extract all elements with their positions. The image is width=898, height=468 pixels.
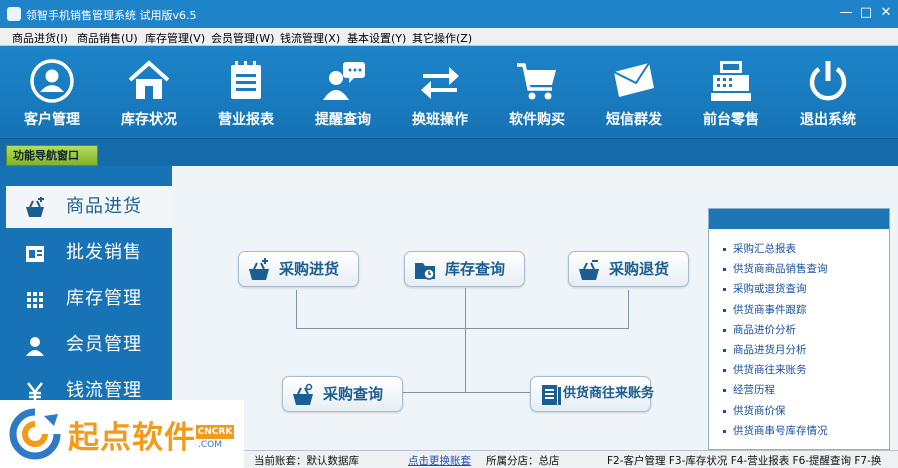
report-link[interactable]: 采购汇总报表 [723, 239, 889, 259]
current-account-label: 当前账套：默认数据库 [254, 455, 359, 467]
report-link[interactable]: 供货商串号库存情况 [723, 421, 889, 441]
shopping-cart-icon [517, 63, 556, 100]
nav-strip: 功能导航窗口 [0, 138, 898, 166]
basket-plus-icon [26, 197, 44, 217]
report-link[interactable]: 供货商商品销售查询 [723, 259, 889, 279]
shortcut-hints: F2-客户管理 F3-库存状况 F4-营业报表 F6-提醒查询 F7-换 [607, 455, 882, 467]
window-title: 领智手机销售管理系统 试用版v6.5 [26, 9, 197, 22]
toolbar-reminder-button[interactable]: 提醒查询 [301, 54, 385, 134]
toolbar-label: 库存状况 [121, 112, 177, 128]
grid-icon [27, 292, 43, 308]
toolbar-label: 客户管理 [24, 112, 80, 128]
watermark-domain: .COM [198, 440, 222, 450]
chat-user-icon [323, 62, 365, 100]
flow-connector [465, 288, 466, 392]
sidebar-item-label: 批发销售 [66, 242, 142, 263]
toolbar-sms-button[interactable]: 短信群发 [592, 54, 676, 134]
purchase-return-button-label: 采购退货 [609, 260, 670, 278]
purchase-query-button-label: 采购查询 [323, 385, 384, 403]
report-link[interactable]: 商品进价分析 [723, 320, 889, 340]
toolbar-label: 软件购买 [509, 112, 565, 128]
toolbar-report-button[interactable]: 营业报表 [204, 54, 288, 134]
title-bar: 领智手机销售管理系统 试用版v6.5 — □ ✕ [0, 0, 898, 28]
toolbar-label: 退出系统 [800, 112, 856, 128]
menu-item-settings[interactable]: 基本设置(Y) [347, 30, 406, 46]
sidebar-item-stock[interactable]: 库存管理 [6, 278, 172, 320]
invoice-icon [26, 246, 44, 262]
supplier-account-button-label: 供货商往来账务 [563, 386, 655, 401]
report-link[interactable]: 供货商价保 [723, 401, 889, 421]
toolbar-retail-button[interactable]: 前台零售 [689, 54, 773, 134]
flow-connector [394, 392, 532, 393]
watermark-brand: 起点软件 [68, 420, 196, 456]
menu-item-other[interactable]: 其它操作(Z) [412, 30, 472, 46]
sidebar-item-goods-purchase[interactable]: 商品进货 [6, 186, 172, 228]
flow-connector [296, 290, 297, 328]
house-icon [128, 60, 170, 99]
report-link[interactable]: 采购或退货查询 [723, 279, 889, 299]
tab-function-navigation[interactable]: 功能导航窗口 [6, 145, 98, 166]
swap-arrows-icon [421, 67, 459, 99]
sidebar-item-label: 会员管理 [66, 334, 142, 355]
main-toolbar: 客户管理 库存状况 营业报表 提醒查询 换班操作 软件购买 短信群发 前台零售 … [0, 46, 898, 138]
sidebar-item-label: 库存管理 [66, 288, 142, 309]
menu-item-goods-sales[interactable]: 商品销售(U) [77, 30, 138, 46]
app-icon [7, 7, 21, 21]
menu-bar: 商品进货(I) 商品销售(U) 库存管理(V) 会员管理(W) 钱流管理(X) … [0, 28, 898, 46]
toolbar-label: 提醒查询 [315, 112, 371, 128]
toolbar-stock-button[interactable]: 库存状况 [107, 54, 191, 134]
toolbar-label: 前台零售 [703, 112, 759, 128]
user-circle-icon [30, 59, 74, 103]
watermark-badge: CNCRK [196, 425, 234, 439]
purchase-query-button[interactable]: 采购查询 [282, 376, 403, 412]
close-button[interactable]: ✕ [876, 4, 896, 22]
toolbar-exit-button[interactable]: 退出系统 [786, 54, 870, 134]
switch-account-link[interactable]: 点击更换账套 [408, 453, 471, 468]
stock-query-button[interactable]: 库存查询 [404, 251, 525, 287]
folder-clock-icon [415, 263, 435, 280]
report-panel-header [709, 209, 889, 229]
report-link[interactable]: 供货商事件跟踪 [723, 300, 889, 320]
power-icon [809, 61, 847, 101]
toolbar-label: 短信群发 [606, 112, 662, 128]
basket-search-icon [293, 383, 313, 405]
toolbar-label: 营业报表 [218, 112, 274, 128]
report-links-panel: 采购汇总报表 供货商商品销售查询 采购或退货查询 供货商事件跟踪 商品进价分析 … [708, 208, 890, 450]
supplier-account-button[interactable]: 供货商往来账务 [530, 376, 655, 412]
notepad-icon [231, 61, 261, 99]
purchase-button-label: 采购进货 [279, 260, 340, 278]
report-link[interactable]: 商品进货月分析 [723, 340, 889, 360]
watermark-logo: 起点软件 CNCRK .COM [0, 400, 244, 468]
toolbar-customer-button[interactable]: 客户管理 [10, 54, 94, 134]
menu-item-cashflow[interactable]: 钱流管理(X) [280, 30, 340, 46]
envelope-icon [613, 62, 654, 97]
menu-item-stock[interactable]: 库存管理(V) [145, 30, 205, 46]
cash-register-icon [711, 61, 751, 101]
report-link[interactable]: 经营历程 [723, 380, 889, 400]
sidebar-item-wholesale[interactable]: 批发销售 [6, 232, 172, 274]
brand-swirl-icon [9, 408, 61, 460]
minimize-button[interactable]: — [836, 4, 856, 22]
basket-minus-icon [579, 260, 599, 280]
report-link[interactable]: 供货商往来账务 [723, 360, 889, 380]
toolbar-shift-button[interactable]: 换班操作 [398, 54, 482, 134]
flow-connector [628, 290, 629, 328]
purchase-return-button[interactable]: 采购退货 [568, 251, 689, 287]
sidebar-item-label: 商品进货 [66, 196, 142, 217]
person-icon [26, 337, 44, 356]
maximize-button[interactable]: □ [856, 4, 876, 22]
toolbar-label: 换班操作 [412, 112, 468, 128]
toolbar-purchase-software-button[interactable]: 软件购买 [495, 54, 579, 134]
branch-label: 所属分店：总店 [486, 455, 560, 467]
purchase-button[interactable]: 采购进货 [238, 251, 359, 287]
ledger-icon [542, 385, 561, 405]
menu-item-member[interactable]: 会员管理(W) [211, 30, 274, 46]
menu-item-goods-purchase[interactable]: 商品进货(I) [12, 30, 68, 46]
flow-connector [296, 328, 629, 329]
stock-query-button-label: 库存查询 [445, 260, 506, 278]
sidebar-item-member[interactable]: 会员管理 [6, 324, 172, 366]
basket-plus-icon [249, 258, 269, 280]
